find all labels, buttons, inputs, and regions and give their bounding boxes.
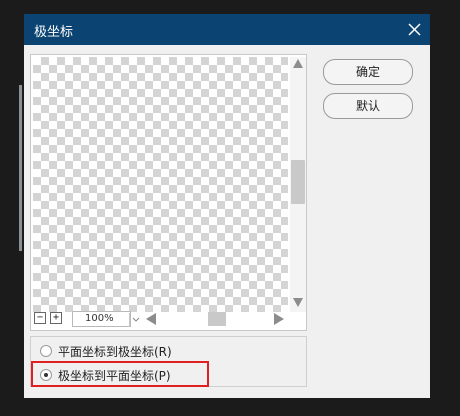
close-icon[interactable] [399, 14, 430, 45]
conversion-options: 平面坐标到极坐标(R) 极坐标到平面坐标(P) [30, 336, 307, 387]
preview-panel [30, 54, 307, 331]
horizontal-scroll-thumb[interactable] [208, 312, 226, 326]
scroll-down-icon[interactable] [293, 298, 303, 307]
zoom-bar: − + 100% [30, 310, 285, 328]
dialog-title: 极坐标 [34, 25, 74, 40]
zoom-select[interactable]: 100% [72, 311, 140, 327]
scroll-left-icon[interactable] [146, 313, 156, 325]
highlight-annotation [31, 361, 209, 387]
chevron-down-icon[interactable] [129, 313, 142, 327]
default-button[interactable]: 默认 [323, 93, 413, 119]
title-bar[interactable]: 极坐标 [24, 14, 430, 45]
zoom-out-button[interactable]: − [34, 312, 46, 324]
background-edge [19, 85, 22, 251]
scroll-up-icon[interactable] [293, 59, 303, 68]
preview-canvas[interactable] [33, 57, 288, 312]
ok-button[interactable]: 确定 [323, 59, 413, 85]
zoom-in-button[interactable]: + [50, 312, 62, 324]
polar-coordinates-dialog: 极坐标 − + 100% 确定 默认 平面坐标到极坐标(R) 极坐标到平面坐标(… [24, 14, 430, 398]
vertical-scroll-thumb[interactable] [291, 160, 305, 204]
zoom-value: 100% [85, 313, 114, 324]
rect-to-polar-label: 平面坐标到极坐标(R) [58, 345, 172, 359]
scroll-right-icon[interactable] [274, 313, 284, 325]
radio-unselected-icon[interactable] [40, 345, 52, 357]
